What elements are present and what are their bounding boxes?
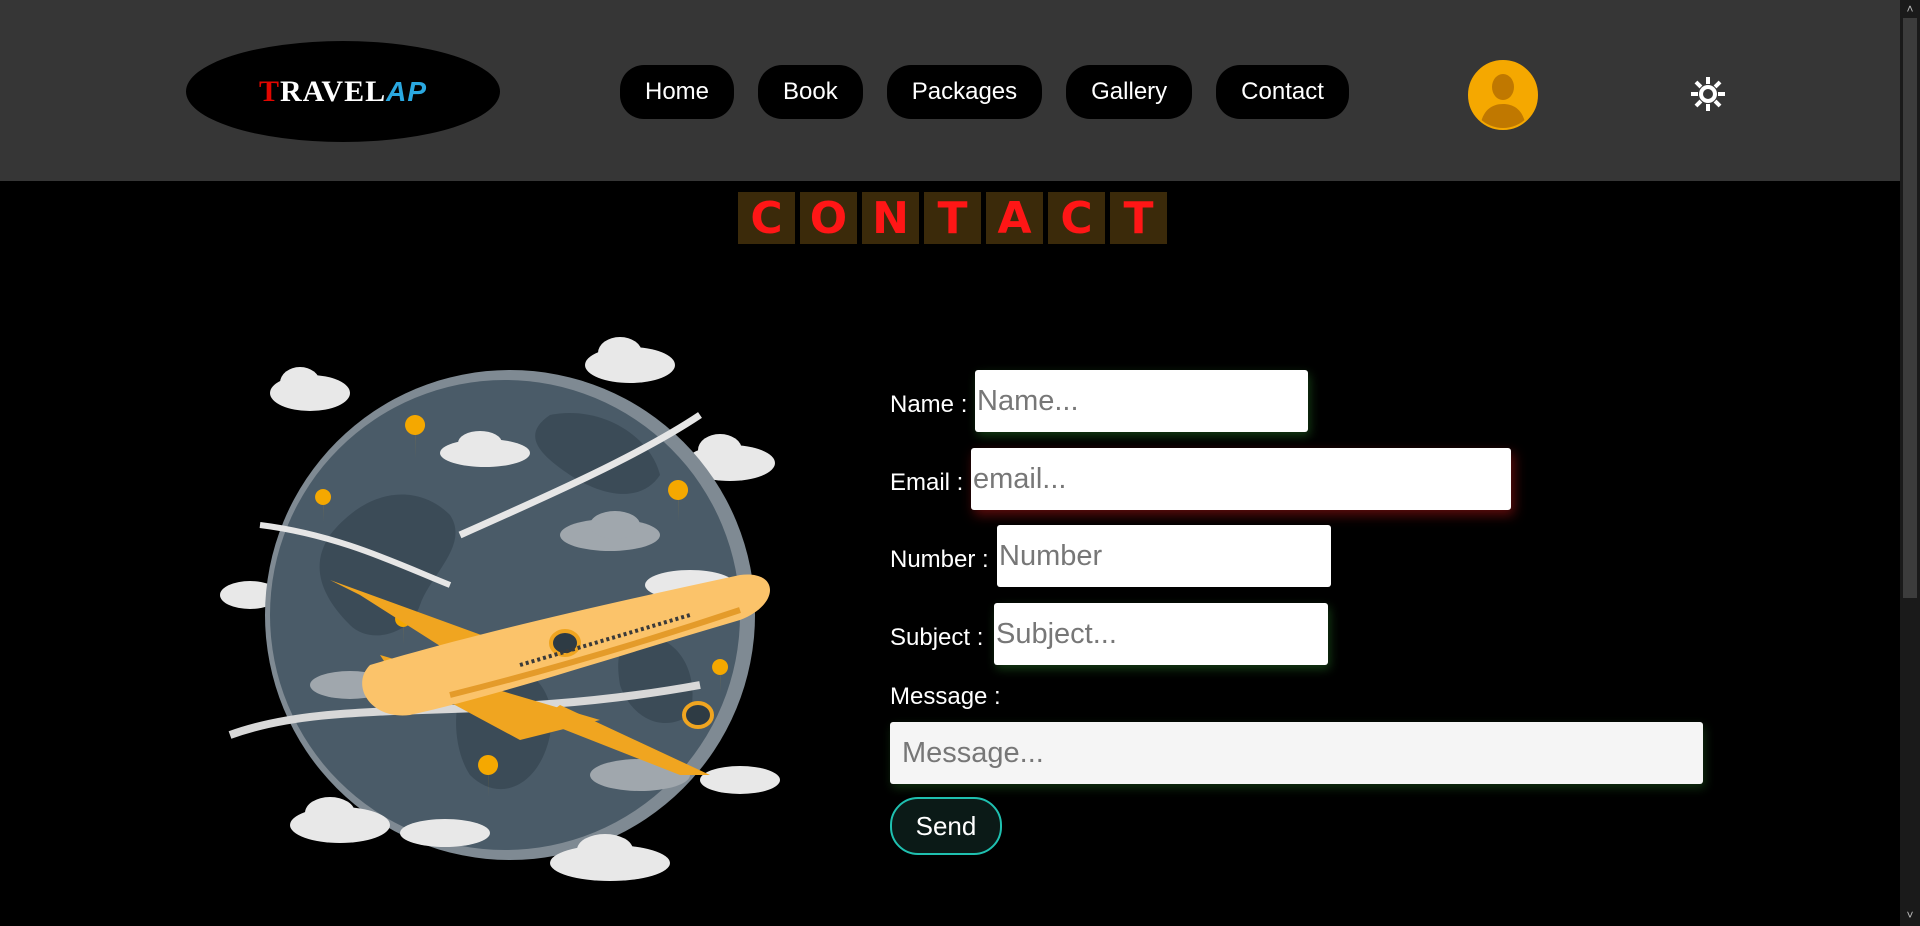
logo-ravel: RAVEL xyxy=(279,74,387,108)
title-letter: T xyxy=(1110,192,1167,244)
title-letter: N xyxy=(862,192,919,244)
globe-airplane-illustration xyxy=(220,337,780,881)
name-input[interactable] xyxy=(975,370,1308,432)
scroll-down-icon[interactable]: ˅ xyxy=(1903,908,1917,922)
title-letter: C xyxy=(738,192,795,244)
user-silhouette xyxy=(1470,62,1536,128)
main-nav: Home Book Packages Gallery Contact xyxy=(620,65,1349,119)
email-label: Email : xyxy=(890,469,964,496)
user-avatar-icon[interactable] xyxy=(1468,60,1538,130)
sun-icon[interactable] xyxy=(1690,76,1726,112)
nav-packages-button[interactable]: Packages xyxy=(886,65,1043,119)
message-input[interactable] xyxy=(890,722,1703,784)
subject-input[interactable] xyxy=(994,603,1328,665)
nav-contact-button[interactable]: Contact xyxy=(1216,65,1349,119)
logo-text: TRAVELAP xyxy=(259,75,427,109)
title-letter: T xyxy=(924,192,981,244)
number-label: Number : xyxy=(890,546,989,573)
title-letter: A xyxy=(986,192,1043,244)
logo-letter-t: T xyxy=(258,74,280,108)
title-letter: O xyxy=(800,192,857,244)
email-input[interactable] xyxy=(971,448,1511,510)
subject-label: Subject : xyxy=(890,624,984,651)
name-label: Name : xyxy=(890,391,968,418)
number-input[interactable] xyxy=(997,525,1331,587)
nav-home-button[interactable]: Home xyxy=(620,65,735,119)
travelap-logo[interactable]: TRAVELAP xyxy=(186,41,500,142)
logo-ap: AP xyxy=(386,75,428,107)
title-letter: C xyxy=(1048,192,1105,244)
scrollbar-thumb[interactable] xyxy=(1903,18,1917,598)
nav-book-button[interactable]: Book xyxy=(758,65,863,119)
send-button[interactable]: Send xyxy=(890,797,1002,855)
page-scrollbar[interactable]: ˄ ˅ xyxy=(1900,0,1920,926)
header: TRAVELAP Home Book Packages Gallery Cont… xyxy=(0,0,1900,181)
message-label: Message : xyxy=(890,683,1001,710)
scroll-up-icon[interactable]: ˄ xyxy=(1903,2,1917,16)
page-title: C O N T A C T xyxy=(738,192,1167,244)
nav-gallery-button[interactable]: Gallery xyxy=(1066,65,1193,119)
